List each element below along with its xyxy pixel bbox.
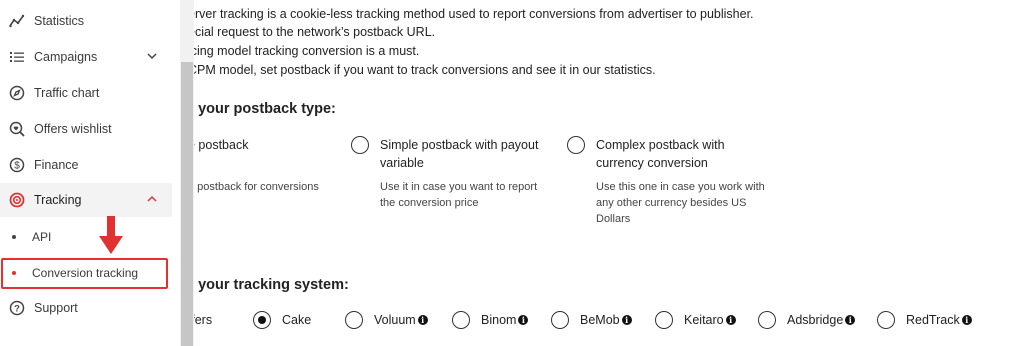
dollar-circle-icon: $ <box>8 156 26 174</box>
tracking-system-heading: e your tracking system: <box>194 277 349 293</box>
scrollbar-thumb[interactable] <box>181 62 193 346</box>
postback-type-heading: e your postback type: <box>194 101 336 117</box>
sidebar-item-offers-wishlist[interactable]: Offers wishlist <box>0 112 172 146</box>
tracking-radio-redtrack[interactable] <box>877 311 895 329</box>
tracking-option-prefix[interactable]: ffers <box>194 313 212 327</box>
chevron-down-icon[interactable] <box>146 50 158 62</box>
tracking-radio-cake[interactable] <box>253 311 271 329</box>
intro-line: ecial request to the network’s postback … <box>194 25 436 39</box>
bullet-icon <box>12 235 16 239</box>
sidebar: Statistics Campaigns Traffic chart Offer… <box>0 0 180 346</box>
sidebar-item-label: Traffic chart <box>34 86 100 100</box>
sidebar-item-label: Campaigns <box>34 50 98 64</box>
search-heart-icon <box>8 120 26 138</box>
info-icon[interactable]: i <box>621 315 632 325</box>
chart-line-icon <box>8 12 26 30</box>
highlight-box <box>1 258 168 289</box>
tracking-radio-keitaro[interactable] <box>655 311 673 329</box>
sidebar-item-label: Offers wishlist <box>34 122 112 136</box>
postback-radio-complex-currency[interactable] <box>567 136 585 154</box>
tracking-option-adsbridge[interactable]: Adsbridge i <box>787 313 856 327</box>
intro-line: erver tracking is a cookie-less tracking… <box>194 7 754 21</box>
sidebar-item-finance[interactable]: $ Finance <box>0 148 172 182</box>
postback-option-desc: e postback for conversions g <box>194 181 319 209</box>
sidebar-item-label: Statistics <box>34 14 85 28</box>
list-icon <box>8 48 26 66</box>
sidebar-item-tracking[interactable]: Tracking <box>0 183 172 217</box>
target-icon <box>8 191 26 209</box>
compass-icon <box>8 84 26 102</box>
tracking-option-redtrack[interactable]: RedTrack i <box>906 313 972 327</box>
red-arrow-icon <box>99 216 123 254</box>
sidebar-item-support[interactable]: ? Support <box>0 291 172 325</box>
tracking-option-keitaro[interactable]: Keitaro i <box>684 313 736 327</box>
postback-option-title[interactable]: e postback <box>194 136 248 154</box>
sidebar-item-statistics[interactable]: Statistics <box>0 4 172 38</box>
info-icon[interactable]: i <box>417 315 428 325</box>
sidebar-item-label: Finance <box>34 158 79 172</box>
tracking-radio-voluum[interactable] <box>345 311 363 329</box>
tracking-option-voluum[interactable]: Voluum i <box>374 313 428 327</box>
main-content: erver tracking is a cookie-less tracking… <box>194 0 1024 346</box>
info-icon[interactable]: i <box>725 315 736 325</box>
postback-option-desc: Use it in case you want to report the co… <box>380 181 538 209</box>
tracking-option-binom[interactable]: Binom i <box>481 313 529 327</box>
svg-text:$: $ <box>14 161 20 172</box>
tracking-radio-binom[interactable] <box>452 311 470 329</box>
postback-radio-simple-payout[interactable] <box>351 136 369 154</box>
info-icon[interactable]: i <box>518 315 529 325</box>
tracking-radio-bemob[interactable] <box>551 311 569 329</box>
sidebar-subitem-label: API <box>32 230 52 244</box>
sidebar-item-traffic-chart[interactable]: Traffic chart <box>0 76 172 110</box>
sidebar-item-campaigns[interactable]: Campaigns <box>0 40 172 74</box>
info-icon[interactable]: i <box>961 315 972 325</box>
sidebar-subitem-api[interactable]: API <box>0 222 172 252</box>
sidebar-item-label: Tracking <box>34 193 82 207</box>
chevron-up-icon[interactable] <box>146 193 158 205</box>
postback-option-title[interactable]: Simple postback with payout variable <box>380 136 560 172</box>
tracking-option-cake[interactable]: Cake <box>282 313 311 327</box>
tracking-radio-adsbridge[interactable] <box>758 311 776 329</box>
postback-option-title[interactable]: Complex postback with currency conversio… <box>596 136 746 172</box>
help-circle-icon: ? <box>8 299 26 317</box>
info-icon[interactable]: i <box>845 315 856 325</box>
intro-line: icing model tracking conversion is a mus… <box>194 44 420 58</box>
tracking-option-bemob[interactable]: BeMob i <box>580 313 632 327</box>
sidebar-item-label: Support <box>34 301 78 315</box>
postback-option-desc: Use this one in case you work with any o… <box>596 181 765 225</box>
svg-text:?: ? <box>14 304 20 315</box>
intro-line: CPM model, set postback if you want to t… <box>194 63 656 77</box>
